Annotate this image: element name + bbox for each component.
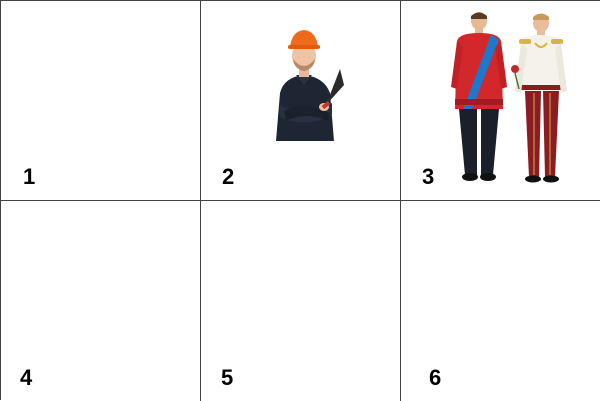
cell-number-6: 6 [429, 365, 442, 390]
royal-uniforms-image [451, 12, 567, 183]
cell-number-1: 1 [23, 164, 36, 189]
grid-divider-vertical-1 [200, 1, 201, 401]
grid-cell-1[interactable]: 1 [1, 1, 201, 201]
construction-worker-image [276, 30, 344, 141]
cell-number-2: 2 [222, 164, 235, 189]
grid-cell-5[interactable]: 5 [201, 201, 401, 401]
grid-cell-6[interactable]: 6 [401, 201, 600, 401]
grid-divider-horizontal [1, 200, 600, 201]
cell-number-5: 5 [221, 365, 234, 390]
grid-cell-3[interactable]: 3 [401, 1, 600, 201]
cell-number-3: 3 [422, 164, 435, 189]
cell-number-4: 4 [20, 365, 33, 390]
grid-cell-2[interactable]: 2 [201, 1, 401, 201]
grid-cell-4[interactable]: 4 [1, 201, 201, 401]
grid-divider-vertical-2 [400, 1, 401, 401]
image-grid: 1 2 3 4 5 6 [0, 0, 600, 401]
